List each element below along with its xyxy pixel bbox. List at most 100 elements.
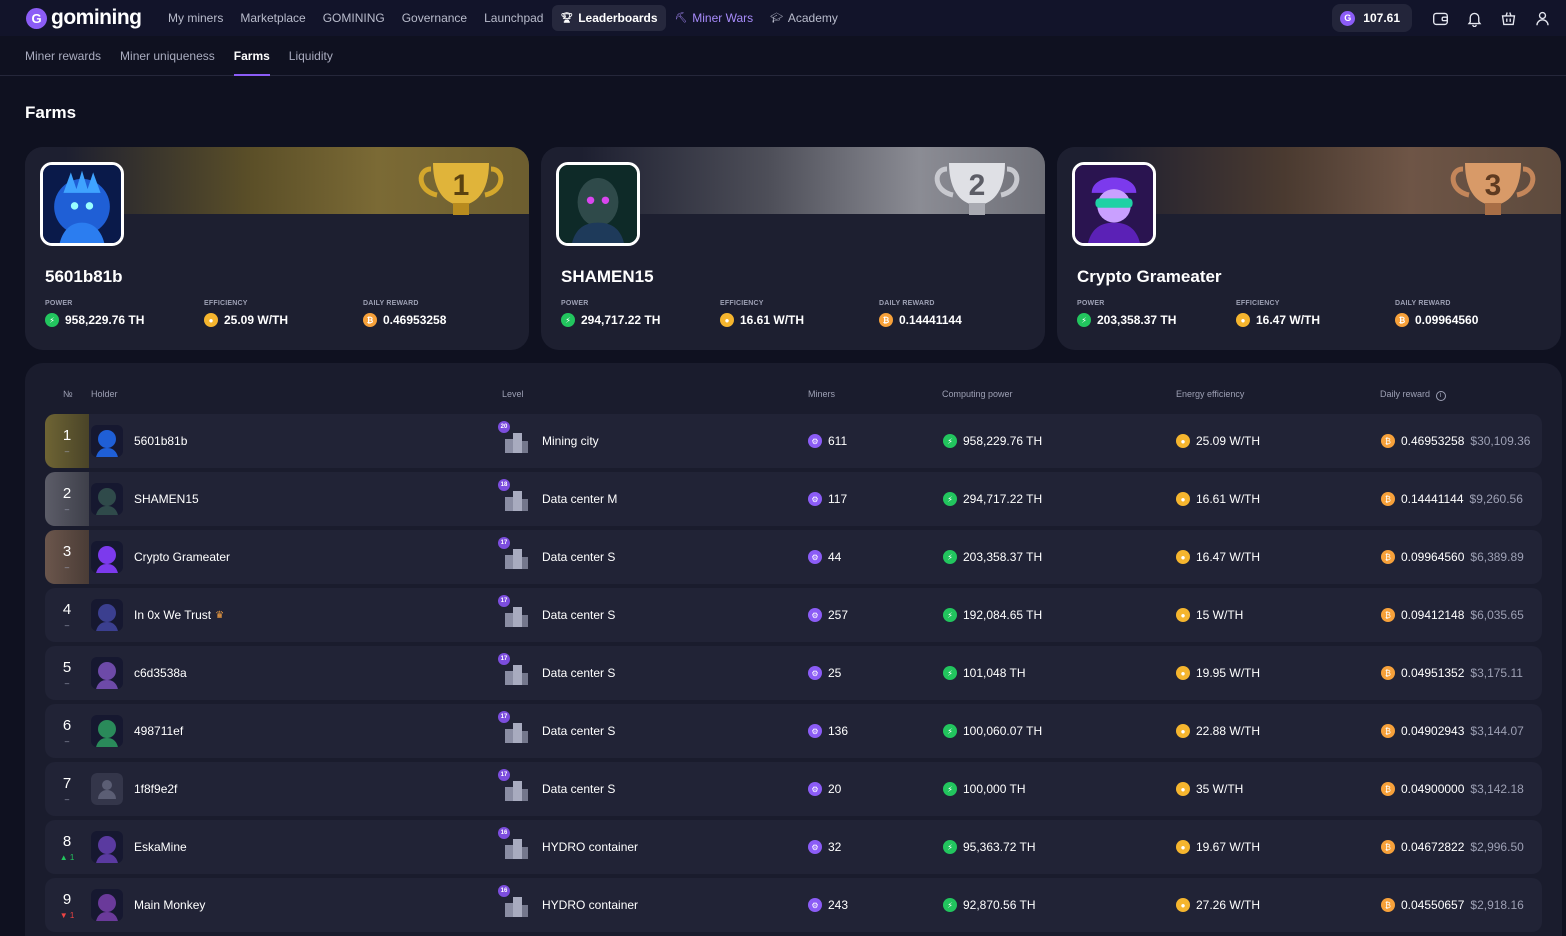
header-energy-efficiency: Energy efficiency — [1176, 389, 1245, 399]
lightning-icon: ⚡︎ — [943, 666, 957, 680]
efficiency-cell: ● 19.67 W/TH — [1176, 820, 1260, 874]
tab-liquidity[interactable]: Liquidity — [289, 49, 333, 75]
energy-bulb-icon: ● — [1176, 608, 1190, 622]
table-row[interactable]: 8 ▲ 1 EskaMine 16 HYDRO container ⚙︎ 32 ⚡︎ 95,36… — [45, 820, 1542, 874]
podium-card-3[interactable]: 3 Crypto Grameater POWER ⚡︎ 203,358.37 TH… — [1057, 147, 1561, 350]
rank-change: – — [64, 562, 70, 572]
tab-farms[interactable]: Farms — [233, 49, 270, 76]
tab-miner-uniqueness[interactable]: Miner uniqueness — [120, 49, 215, 75]
energy-bulb-icon: ● — [1176, 550, 1190, 564]
computing-power: 92,870.56 TH — [963, 898, 1036, 912]
miner-icon: ⚙︎ — [808, 434, 822, 448]
gomining-logo[interactable]: G gomining — [26, 6, 146, 30]
silver-trophy-icon: 2 — [934, 163, 1020, 215]
miners-cell: ⚙︎ 611 — [808, 414, 847, 468]
holder-cell[interactable]: In 0x We Trust ♛ — [134, 588, 224, 642]
level-cell: 18 Data center M — [498, 472, 617, 526]
level-badge: 20 — [498, 421, 510, 433]
wallet-button[interactable] — [1426, 4, 1454, 32]
daily-reward-btc: 0.09964560 — [1401, 550, 1465, 564]
holder-cell[interactable]: 498711ef — [134, 704, 183, 758]
table-row[interactable]: 7–1f8f9e2f 17 Data center S ⚙︎ 20 ⚡︎ 100,000 T… — [45, 762, 1542, 816]
avatar — [91, 541, 123, 573]
daily-reward-btc: 0.04902943 — [1401, 724, 1465, 738]
table-row[interactable]: 1–5601b81b 20 Mining city ⚙︎ 611 ⚡︎ 958,229.76… — [45, 414, 1542, 468]
computing-power: 203,358.37 TH — [963, 550, 1043, 564]
rank-cell: 4– — [45, 588, 89, 642]
miners-count: 136 — [828, 724, 849, 738]
holder-cell[interactable]: 5601b81b — [134, 414, 187, 468]
shop-button[interactable] — [1494, 4, 1522, 32]
nav-academy[interactable]: 🎓︎ Academy — [762, 5, 846, 31]
energy-bulb-icon: ● — [1176, 724, 1190, 738]
daily-reward-usd: $2,996.50 — [1470, 840, 1524, 854]
gold-trophy-icon: 1 — [418, 163, 504, 215]
energy-efficiency: 22.88 W/TH — [1196, 724, 1261, 738]
bitcoin-icon: ₿ — [1381, 608, 1395, 622]
table-row[interactable]: 9 ▼ 1 Main Monkey 16 HYDRO container ⚙︎ 243 ⚡︎ 9… — [45, 878, 1542, 932]
holder-cell[interactable]: Crypto Grameater — [134, 530, 230, 584]
table-row[interactable]: 5– c6d3538a 17 Data center S ⚙︎ 25 ⚡︎ 101,048 T… — [45, 646, 1542, 700]
rank-number: 2 — [62, 484, 72, 502]
podium-card-1[interactable]: 1 5601b81b POWER ⚡︎ 958,229.76 TH EFFICIE… — [25, 147, 529, 350]
lightning-icon: ⚡︎ — [943, 724, 957, 738]
nav-leaderboards[interactable]: 🏆︎ Leaderboards — [552, 5, 666, 31]
rank-cell: 5– — [45, 646, 89, 700]
holder-cell[interactable]: 1f8f9e2f — [134, 762, 177, 816]
bitcoin-icon: ₿ — [879, 313, 893, 327]
level-name: Data center S — [542, 550, 616, 564]
miners-cell: ⚙︎ 20 — [808, 762, 841, 816]
computing-power: 958,229.76 TH — [963, 434, 1043, 448]
token-balance[interactable]: G 107.61 — [1332, 4, 1412, 32]
pickaxe-icon: ⛏︎ — [674, 12, 688, 24]
nav-governance[interactable]: Governance — [394, 5, 475, 31]
miners-count: 20 — [828, 782, 842, 796]
holder-cell[interactable]: Main Monkey — [134, 878, 205, 932]
computing-power: 95,363.72 TH — [963, 840, 1036, 854]
info-icon[interactable]: i — [1435, 391, 1446, 401]
nav-miner-wars[interactable]: ⛏︎ Miner Wars — [667, 5, 762, 31]
holder-cell[interactable]: EskaMine — [134, 820, 187, 874]
bitcoin-icon: ₿ — [1381, 840, 1395, 854]
holder-cell[interactable]: SHAMEN15 — [134, 472, 199, 526]
holder-cell[interactable]: c6d3538a — [134, 646, 187, 700]
level-badge: 17 — [498, 653, 510, 665]
nav-launchpad[interactable]: Launchpad — [476, 5, 551, 31]
daily-reward-usd: $2,918.16 — [1470, 898, 1524, 912]
nav-my-miners[interactable]: My miners — [160, 5, 231, 31]
level-cell: 16 HYDRO container — [498, 820, 638, 874]
energy-efficiency: 19.95 W/TH — [1196, 666, 1261, 680]
reward-cell: ₿ 0.04900000 $3,142.18 — [1381, 762, 1524, 816]
rank-cell: 6– — [45, 704, 89, 758]
building-icon: 17 — [498, 769, 532, 805]
nav-gomining[interactable]: GOMINING — [315, 5, 393, 31]
podium-name: SHAMEN15 — [561, 267, 654, 286]
power-cell: ⚡︎ 92,870.56 TH — [943, 878, 1036, 932]
miners-count: 117 — [828, 492, 848, 506]
shop-basket-icon — [1501, 11, 1515, 25]
lightning-icon: ⚡︎ — [943, 898, 957, 912]
efficiency-cell: ● 15 W/TH — [1176, 588, 1243, 642]
table-row[interactable]: 6–498711ef 17 Data center S ⚙︎ 136 ⚡︎ 100,060.… — [45, 704, 1542, 758]
rank-cell: 9 ▼ 1 — [45, 878, 89, 932]
table-row[interactable]: 2– SHAMEN15 18 Data center M ⚙︎ 117 ⚡︎ 294,717.… — [45, 472, 1542, 526]
notifications-button[interactable] — [1460, 4, 1488, 32]
table-row[interactable]: 3– Crypto Grameater 17 Data center S ⚙︎ 44 ⚡︎ 2… — [45, 530, 1542, 584]
tab-miner-rewards[interactable]: Miner rewards — [25, 49, 101, 75]
reward-cell: ₿ 0.09412148 $6,035.65 — [1381, 588, 1524, 642]
lightning-icon: ⚡︎ — [943, 840, 957, 854]
miners-count: 25 — [828, 666, 842, 680]
table-row[interactable]: 4– In 0x We Trust ♛ 17 Data center S ⚙︎ 257 ⚡︎ 1… — [45, 588, 1542, 642]
energy-efficiency: 16.61 W/TH — [1196, 492, 1261, 506]
profile-button[interactable] — [1528, 4, 1556, 32]
gmt-token-icon: G — [1340, 10, 1356, 26]
bitcoin-icon: ₿ — [1381, 782, 1395, 796]
rank-change: ▼ 1 — [59, 910, 75, 920]
podium-card-2[interactable]: 2 SHAMEN15 POWER ⚡︎ 294,717.22 TH EFFICIE… — [541, 147, 1045, 350]
header-holder: Holder — [91, 389, 118, 399]
level-cell: 16 HYDRO container — [498, 878, 638, 932]
nav-marketplace[interactable]: Marketplace — [232, 5, 313, 31]
power-cell: ⚡︎ 95,363.72 TH — [943, 820, 1036, 874]
leaderboard-tabs: Miner rewards Miner uniqueness Farms Liq… — [0, 36, 1566, 76]
power-cell: ⚡︎ 294,717.22 TH — [943, 472, 1042, 526]
